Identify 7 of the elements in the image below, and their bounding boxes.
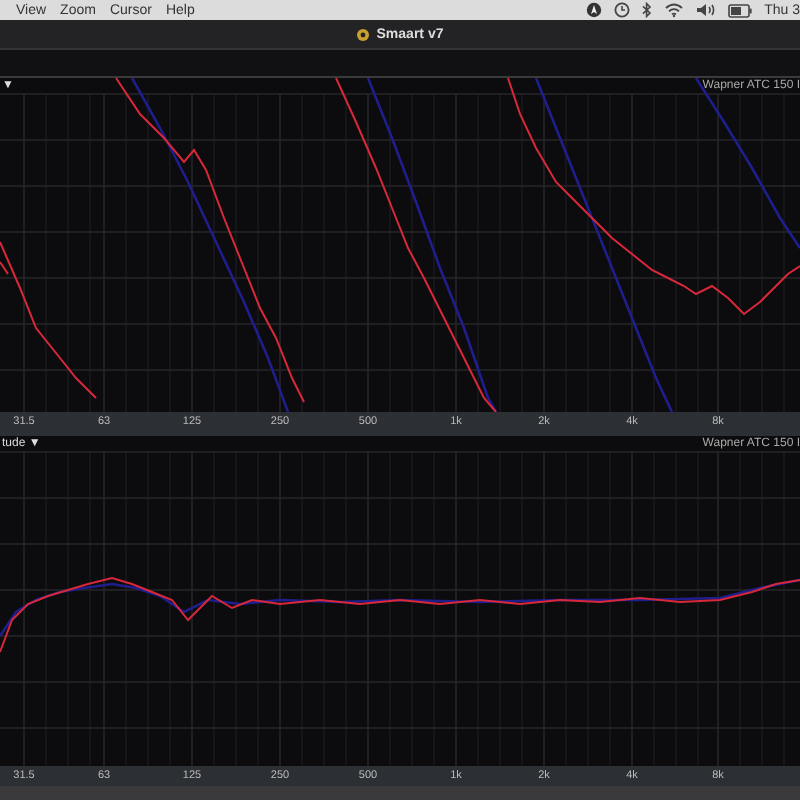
volume-icon[interactable]	[696, 2, 717, 18]
battery-icon[interactable]	[728, 3, 753, 17]
compass-icon[interactable]	[586, 2, 603, 18]
app-icon	[356, 27, 371, 41]
wifi-icon[interactable]	[664, 2, 685, 18]
bluetooth-icon[interactable]	[642, 2, 653, 18]
clock-icon[interactable]	[614, 2, 631, 18]
